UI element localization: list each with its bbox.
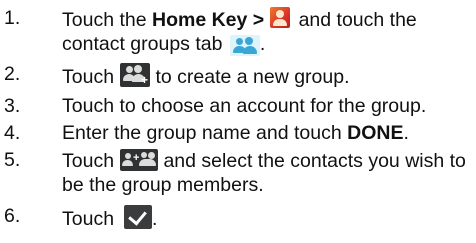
step-text: Enter the group name and touch DONE. (62, 122, 472, 144)
step-text: Touch to choose an account for the group… (62, 95, 427, 117)
step-number: 3. (4, 95, 21, 117)
step-text-start: Touch (62, 66, 115, 88)
step-text: Touch + and select the contacts you wish… (62, 149, 472, 196)
step-text: Touch. (62, 205, 472, 230)
step-text-end: . (152, 208, 158, 230)
step-text-line2: be the group members. (62, 174, 264, 196)
step-number: 4. (4, 122, 21, 144)
step-text-end: and touch the (293, 9, 417, 31)
step-number: 1. (4, 7, 21, 29)
step-text: Touch + to create a new group. (62, 63, 472, 88)
new-group-icon: + (120, 63, 151, 87)
step-number: 5. (4, 149, 21, 171)
contacts-app-icon (270, 7, 291, 28)
step-text: Touch the Home Key > and touch the conta… (62, 7, 472, 56)
step-text-end: to create a new group. (150, 66, 350, 88)
step-number: 2. (4, 63, 21, 85)
home-key-label: Home Key > (151, 9, 265, 31)
contact-groups-tab-icon (229, 35, 260, 56)
step-text-start: Touch the (62, 9, 152, 31)
step-text-start: Enter the group name and touch (62, 122, 348, 144)
step-number: 6. (4, 205, 21, 227)
step-text-line2: contact groups tab (62, 33, 223, 55)
instruction-steps: 1. Touch the Home Key > and touch the co… (0, 0, 476, 243)
step-text-start: Touch (62, 150, 115, 172)
done-label: DONE (347, 122, 404, 144)
add-members-icon: + (120, 149, 159, 171)
step-text-start: Touch (62, 208, 115, 230)
step-text-end: . (403, 122, 409, 144)
checkmark-icon (124, 205, 153, 229)
step-text-period: . (259, 33, 266, 55)
step-text-end: and select the contacts you wish to (158, 150, 466, 172)
